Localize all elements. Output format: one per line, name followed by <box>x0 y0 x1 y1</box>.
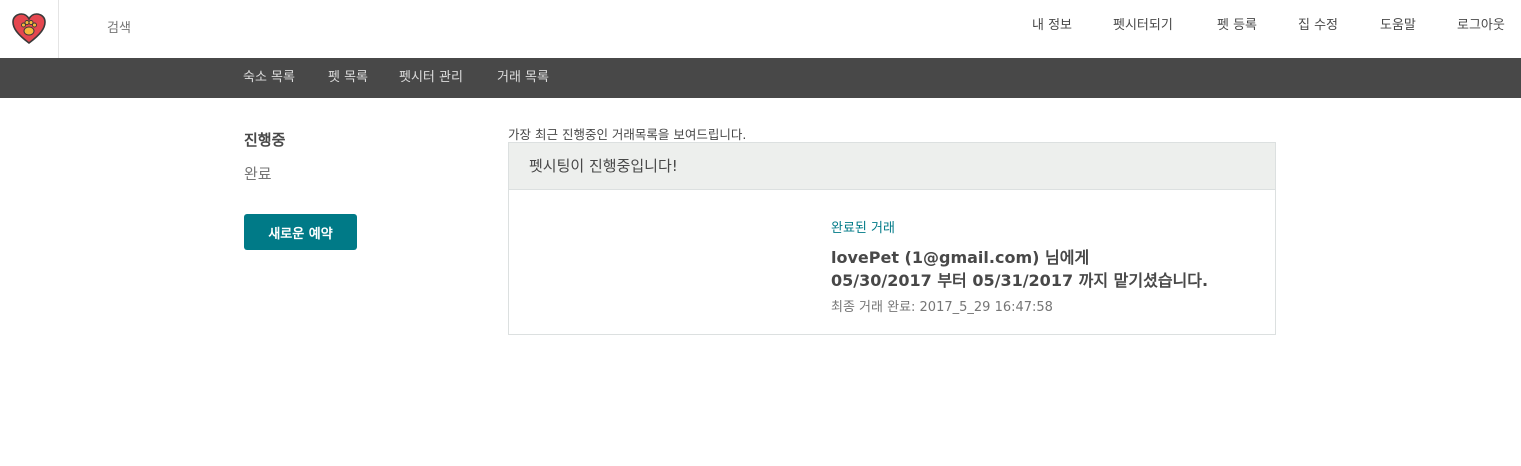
final-transaction-time: 최종 거래 완료: 2017_5_29 16:47:58 <box>831 300 1053 315</box>
new-reservation-button[interactable]: 새로운 예약 <box>244 214 357 250</box>
message-line-2: 05/30/2017 부터 05/31/2017 까지 맡기셨습니다. <box>831 271 1209 290</box>
nav-my-info[interactable]: 내 정보 <box>1032 0 1072 52</box>
subnav-lodging-list[interactable]: 숙소 목록 <box>243 58 295 98</box>
subnav-pet-list[interactable]: 펫 목록 <box>328 58 368 98</box>
subnav-sitter-manage[interactable]: 펫시터 관리 <box>399 58 463 98</box>
nav-edit-home[interactable]: 집 수정 <box>1298 0 1338 52</box>
nav-register-pet[interactable]: 펫 등록 <box>1217 0 1257 52</box>
sidebar-item-in-progress[interactable]: 진행중 <box>244 129 285 150</box>
sidebar-item-completed[interactable]: 완료 <box>244 163 272 184</box>
completed-transaction-link[interactable]: 완료된 거래 <box>831 217 895 236</box>
panel-title: 펫시팅이 진행중입니다! <box>509 143 1275 190</box>
nav-become-sitter[interactable]: 펫시터되기 <box>1113 0 1173 52</box>
nav-logout[interactable]: 로그아웃 <box>1457 0 1505 52</box>
transaction-panel: 펫시팅이 진행중입니다! 완료된 거래 lovePet (1@gmail.com… <box>508 142 1276 335</box>
message-line-1: lovePet (1@gmail.com) 님에게 <box>831 248 1090 267</box>
top-header: 검색 내 정보 펫시터되기 펫 등록 집 수정 도움말 로그아웃 <box>0 0 1521 58</box>
top-nav: 내 정보 펫시터되기 펫 등록 집 수정 도움말 로그아웃 <box>0 0 1521 58</box>
panel-body: 완료된 거래 lovePet (1@gmail.com) 님에게 05/30/2… <box>509 190 1275 335</box>
sub-nav: 숙소 목록 펫 목록 펫시터 관리 거래 목록 <box>0 58 1521 98</box>
intro-text: 가장 최근 진행중인 거래목록을 보여드립니다. <box>508 127 747 142</box>
nav-help[interactable]: 도움말 <box>1380 0 1416 52</box>
subnav-transaction-list[interactable]: 거래 목록 <box>497 58 549 98</box>
